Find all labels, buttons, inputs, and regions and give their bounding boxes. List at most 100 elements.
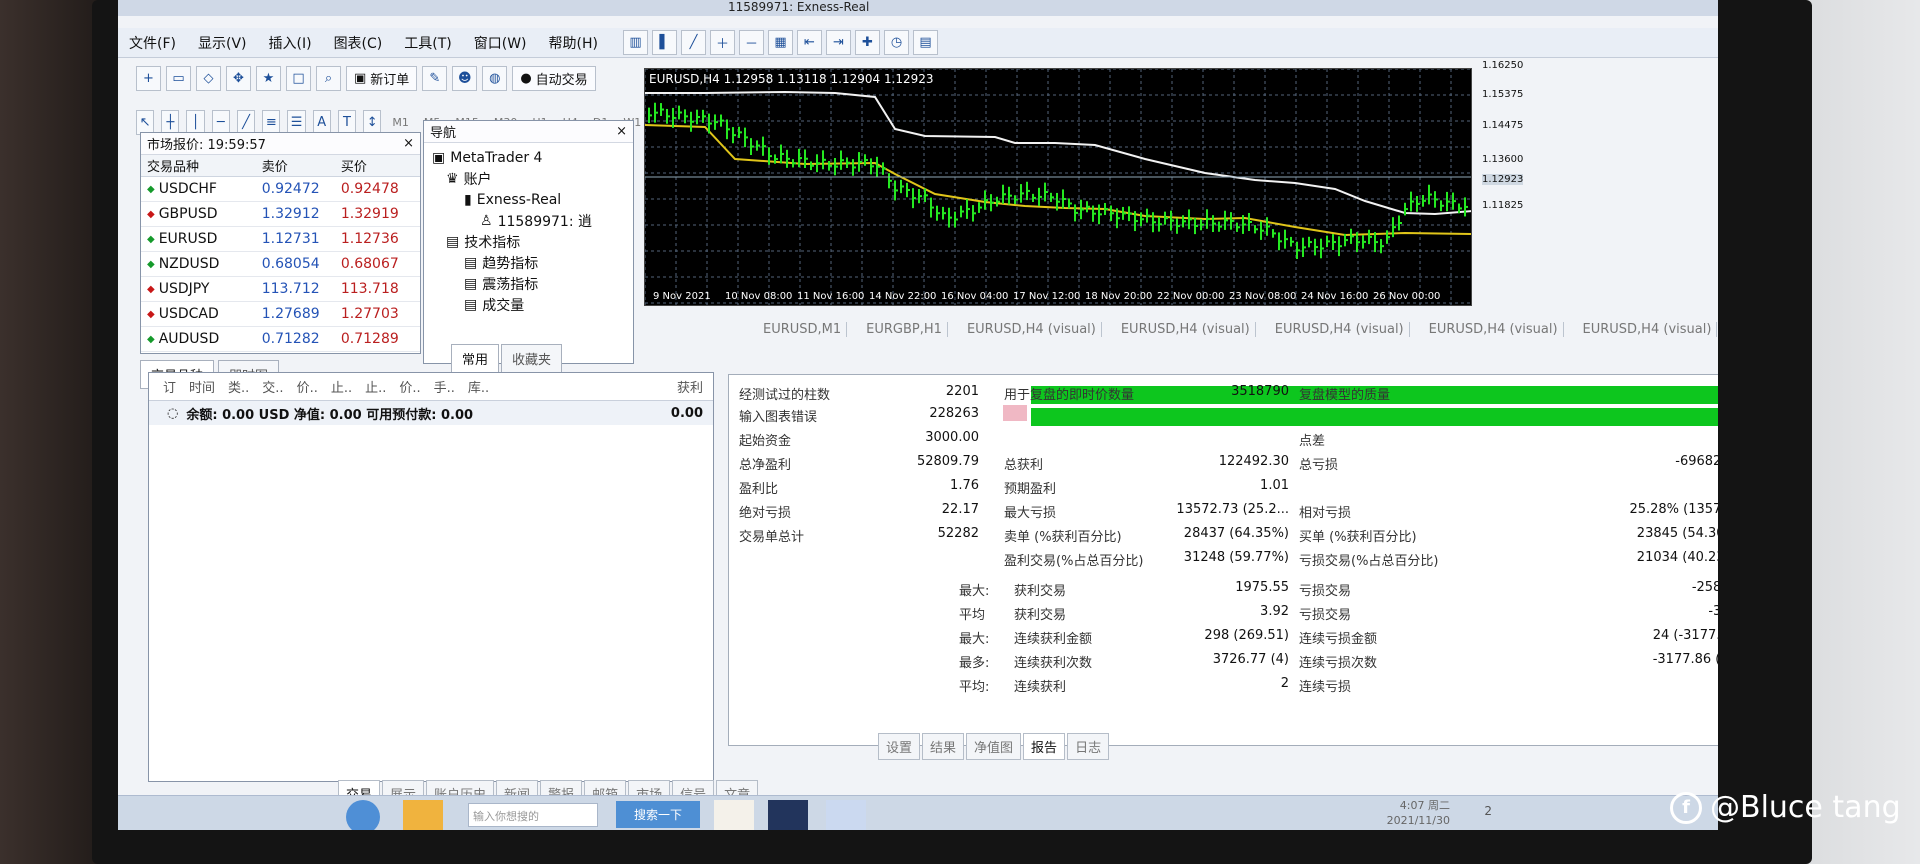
templates-icon[interactable]: ▤: [912, 30, 938, 55]
terminal-column-header[interactable]: 交..: [262, 377, 283, 396]
price-chart[interactable]: EURUSD,H4 1.12958 1.13118 1.12904 1.1292…: [644, 68, 1472, 306]
close-icon[interactable]: ×: [403, 136, 414, 151]
terminal-column-header[interactable]: 价..: [297, 377, 318, 396]
nav-oscillators[interactable]: ▤ 震荡指标: [432, 273, 625, 294]
market-watch-icon[interactable]: ◇: [196, 65, 221, 91]
tester-icon[interactable]: ⌕: [316, 65, 341, 91]
terminal-balance-row[interactable]: ◌ 余额: 0.00 USD 净值: 0.00 可用预付款: 0.00 0.00: [149, 401, 713, 425]
bar-chart-icon[interactable]: ▥: [622, 30, 648, 55]
tab-common[interactable]: 常用: [451, 344, 500, 373]
nav-accounts[interactable]: ♛ 账户: [432, 168, 625, 189]
close-icon[interactable]: ×: [616, 124, 627, 139]
tester-tab-results[interactable]: 结果: [922, 733, 965, 760]
menu-view[interactable]: 显示(V): [187, 33, 258, 53]
terminal-column-header[interactable]: 手..: [434, 377, 455, 396]
trendline-icon[interactable]: ╱: [236, 109, 256, 135]
folder-app-icon[interactable]: [714, 800, 754, 830]
timeframe-m1[interactable]: M1: [388, 116, 413, 129]
report-row: 盈利比 1.76 预期盈利 1.01: [729, 478, 1718, 502]
terminal-column-header[interactable]: 止..: [365, 377, 386, 396]
terminal-column-header[interactable]: 类..: [228, 377, 249, 396]
terminal-column-header[interactable]: 时间: [189, 377, 215, 396]
autoscroll-icon[interactable]: ⇥: [825, 30, 851, 55]
horizontal-line-icon[interactable]: ─: [211, 109, 230, 135]
notification-badge[interactable]: 2: [1484, 804, 1492, 818]
menu-file[interactable]: 文件(F): [118, 33, 187, 53]
chart-tab-3[interactable]: EURUSD,H4 (visual): [962, 321, 1102, 337]
indicators-icon[interactable]: ✚: [854, 30, 880, 55]
market-row[interactable]: ◆ GBPUSD 1.32912 1.32919: [141, 202, 420, 227]
tester-tab-report[interactable]: 报告: [1023, 733, 1066, 760]
nav-volumes[interactable]: ▤ 成交量: [432, 294, 625, 315]
chart-tab-1[interactable]: EURUSD,M1: [758, 321, 848, 337]
x-axis-tick: 24 Nov 16:00: [1301, 291, 1369, 302]
periods-icon[interactable]: ◷: [883, 30, 909, 55]
new-chart-icon[interactable]: +: [136, 65, 161, 91]
nav-indicators[interactable]: ▤ 技术指标: [432, 231, 625, 252]
navigator-icon[interactable]: ★: [256, 65, 281, 91]
arrows-icon[interactable]: ↕: [363, 109, 382, 135]
terminal-column-header[interactable]: 订: [163, 377, 176, 396]
market-row[interactable]: ◆ EURUSD 1.12731 1.12736: [141, 227, 420, 252]
menu-insert[interactable]: 插入(I): [258, 33, 323, 53]
chart-tab-7[interactable]: EURUSD,H4 (visual): [1578, 321, 1718, 337]
symbol-name: USDCHF: [158, 181, 217, 197]
users-icon[interactable]: ☻: [452, 65, 478, 91]
zoom-in-icon[interactable]: ＋: [709, 30, 735, 55]
chart-tab-6[interactable]: EURUSD,H4 (visual): [1424, 321, 1564, 337]
data-window-icon[interactable]: ✥: [226, 65, 251, 91]
profiles-icon[interactable]: ▭: [166, 65, 191, 91]
chart-tab-4[interactable]: EURUSD,H4 (visual): [1116, 321, 1256, 337]
menu-help[interactable]: 帮助(H): [538, 33, 609, 53]
terminal-column-header[interactable]: 止..: [331, 377, 352, 396]
line-chart-icon[interactable]: ╱: [680, 30, 706, 55]
tile-windows-icon[interactable]: ▦: [767, 30, 793, 55]
nav-server[interactable]: ▮ Exness-Real: [432, 189, 625, 210]
text-icon[interactable]: A: [312, 109, 331, 135]
chart-tab-5[interactable]: EURUSD,H4 (visual): [1270, 321, 1410, 337]
candle-chart-icon[interactable]: ▌: [651, 30, 677, 55]
new-order-button[interactable]: ▣ 新订单: [346, 65, 418, 91]
terminal-icon[interactable]: □: [286, 65, 311, 91]
vertical-line-icon[interactable]: │: [186, 109, 205, 135]
market-row[interactable]: ◆ NZDUSD 0.68054 0.68067: [141, 252, 420, 277]
report-value: 228263: [929, 406, 979, 421]
nav-metatrader[interactable]: ▣ MetaTrader 4: [432, 147, 625, 168]
fibonacci-icon[interactable]: ☰: [287, 109, 306, 135]
menu-charts[interactable]: 图表(C): [323, 33, 394, 53]
tab-favorites[interactable]: 收藏夹: [501, 344, 563, 373]
start-button[interactable]: [346, 800, 380, 830]
cursor-icon[interactable]: ↖: [136, 109, 155, 135]
terminal-column-header[interactable]: 价..: [399, 377, 420, 396]
metaeditor-icon[interactable]: ✎: [422, 65, 448, 91]
menu-tools[interactable]: 工具(T): [393, 33, 462, 53]
crosshair-icon[interactable]: ┼: [161, 109, 180, 135]
terminal-column-header[interactable]: 获利: [677, 377, 713, 396]
chart-tab-2[interactable]: EURGBP,H1: [861, 321, 948, 337]
taskbar-app-icon[interactable]: [403, 800, 443, 830]
tester-tab-settings[interactable]: 设置: [878, 733, 921, 760]
market-row[interactable]: ◆ USDCHF 0.92472 0.92478: [141, 177, 420, 202]
nav-account[interactable]: ♙ 11589971: 逍: [432, 210, 625, 231]
zoom-out-icon[interactable]: －: [738, 30, 764, 55]
taskbar-search-button[interactable]: 搜索一下: [616, 801, 700, 828]
network-app-icon[interactable]: [826, 800, 866, 830]
menu-window[interactable]: 窗口(W): [463, 33, 538, 53]
label-icon[interactable]: T: [337, 109, 357, 135]
terminal-column-header[interactable]: 库..: [468, 377, 489, 396]
taskbar-date: 2021/11/30: [1386, 814, 1450, 827]
tester-tab-journal[interactable]: 日志: [1067, 733, 1110, 760]
taskbar-search[interactable]: 输入你想搜的: [468, 803, 598, 827]
auto-trading-button[interactable]: ● 自动交易: [512, 65, 596, 91]
globe-icon[interactable]: ◍: [482, 65, 508, 91]
nav-trend[interactable]: ▤ 趋势指标: [432, 252, 625, 273]
taskbar-clock[interactable]: 4:07 周二 2021/11/30: [1387, 798, 1450, 828]
tester-tab-graph[interactable]: 净值图: [966, 733, 1022, 760]
market-row[interactable]: ◆ USDCAD 1.27689 1.27703: [141, 302, 420, 327]
report-row: 经测试过的柱数 2201 用于复盘的即时价数量 3518790 复盘模型的质量 n/a: [729, 384, 1718, 408]
market-row[interactable]: ◆ AUDUSD 0.71282 0.71289: [141, 327, 420, 352]
channel-icon[interactable]: ≡: [262, 109, 281, 135]
chart-shift-icon[interactable]: ⇤: [796, 30, 822, 55]
market-row[interactable]: ◆ USDJPY 113.712 113.718: [141, 277, 420, 302]
mt4-app-icon[interactable]: [768, 800, 808, 830]
